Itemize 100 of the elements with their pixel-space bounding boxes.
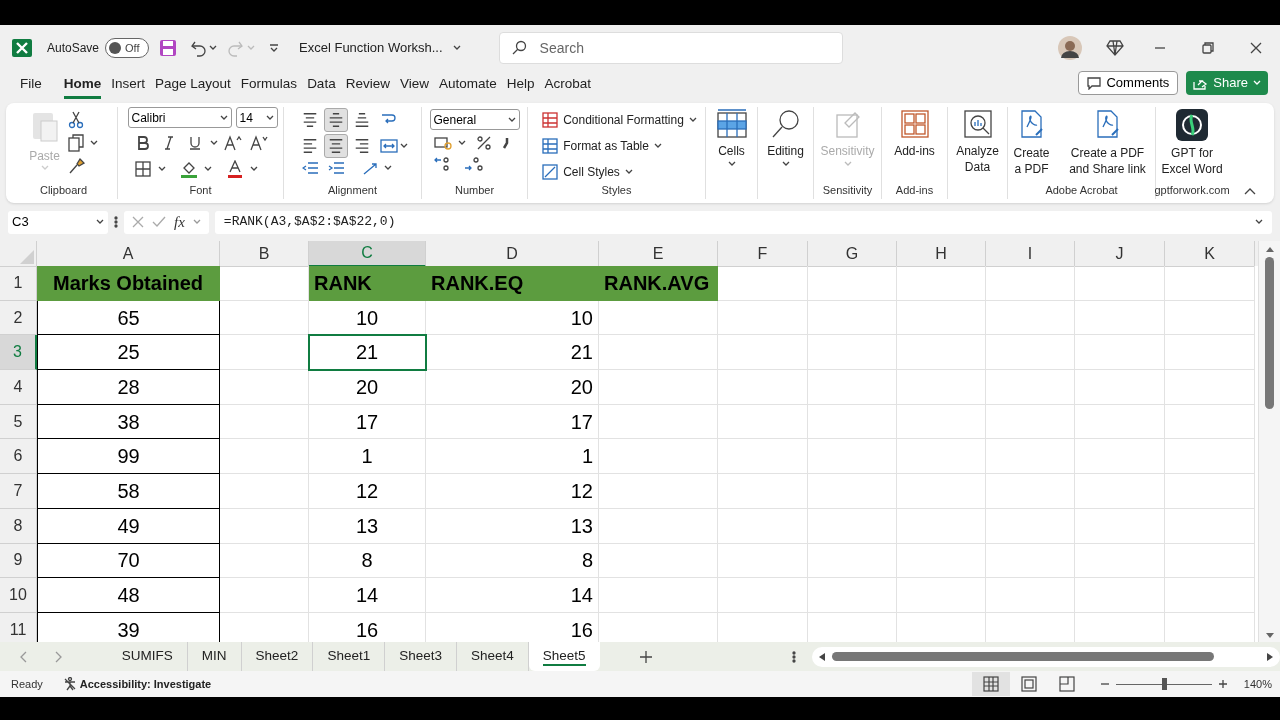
comment-icon[interactable] — [1087, 76, 1102, 90]
caret-icon[interactable] — [209, 45, 218, 51]
font-size-field[interactable]: 14 — [235, 107, 278, 128]
undo-icon[interactable] — [189, 39, 208, 57]
comments-button[interactable]: Comments — [1078, 71, 1179, 95]
add-sheet-icon[interactable] — [639, 650, 652, 663]
menu-tab[interactable]: Acrobat — [544, 73, 592, 99]
row-header[interactable]: 1 — [0, 266, 37, 301]
row-header[interactable]: 7 — [0, 474, 37, 509]
font-name-field[interactable]: Calibri — [127, 107, 232, 128]
menu-tab[interactable]: View — [399, 73, 429, 99]
column-header[interactable]: G — [808, 241, 897, 267]
styles-menu-button[interactable]: Format as Table — [542, 135, 662, 156]
formula-field[interactable]: =RANK(A3,$A$2:$A$22,0) — [214, 210, 1272, 234]
shrink-font-icon[interactable] — [249, 135, 268, 151]
menu-tab[interactable]: Formulas — [240, 73, 298, 99]
analyze-data-button[interactable]: Analyze Data — [950, 107, 1005, 175]
bold-icon[interactable] — [136, 136, 149, 150]
cells-button[interactable]: Cells — [706, 107, 757, 167]
caret-icon[interactable] — [157, 166, 166, 172]
decrease-decimal-icon[interactable] — [463, 156, 484, 172]
decrease-indent-icon[interactable] — [301, 160, 320, 176]
autosave-toggle[interactable]: Off — [105, 38, 150, 58]
menu-tab[interactable]: File — [20, 73, 42, 99]
merge-icon[interactable] — [379, 138, 398, 154]
add-ins-button[interactable]: Add-ins — [883, 107, 946, 159]
scroll-left-icon[interactable] — [817, 651, 826, 662]
caret-icon[interactable] — [96, 219, 104, 225]
row-header[interactable]: 11 — [0, 612, 37, 642]
caret-icon[interactable] — [209, 140, 218, 146]
restore-icon[interactable] — [1202, 42, 1214, 54]
row-header[interactable]: 3 — [0, 335, 37, 371]
scroll-up-icon[interactable] — [1264, 245, 1275, 253]
caret-icon[interactable] — [1255, 219, 1263, 225]
italic-icon[interactable] — [163, 136, 174, 150]
horizontal-scrollbar[interactable] — [831, 652, 1214, 661]
row-header[interactable]: 8 — [0, 508, 37, 544]
align-center-button[interactable] — [323, 134, 348, 158]
menu-tab[interactable]: Review — [345, 73, 390, 99]
save-icon[interactable] — [159, 39, 178, 57]
align-middle-button[interactable] — [323, 108, 348, 132]
caret-icon[interactable] — [203, 166, 212, 172]
view-button[interactable] — [971, 672, 1010, 696]
more-icon[interactable] — [114, 215, 118, 229]
editing-button[interactable]: Editing — [758, 107, 813, 167]
fill-color-icon[interactable] — [179, 160, 198, 178]
scissors-icon[interactable] — [67, 111, 84, 129]
caret-icon[interactable] — [727, 161, 736, 167]
customize-icon[interactable] — [269, 43, 280, 53]
increase-indent-icon[interactable] — [327, 160, 346, 176]
gpt-button[interactable]: GPT for Excel Word — [1157, 107, 1227, 177]
menu-tab[interactable]: Page Layout — [155, 73, 231, 99]
caret-icon[interactable] — [452, 45, 461, 51]
share-button[interactable]: Share — [1186, 71, 1268, 95]
caret-icon[interactable] — [688, 116, 697, 123]
row-header[interactable]: 5 — [0, 404, 37, 440]
grow-font-icon[interactable] — [223, 135, 242, 151]
close-icon[interactable] — [1250, 42, 1262, 54]
zoom-in-icon[interactable] — [1217, 679, 1228, 689]
sheet-tab[interactable]: Sheet5 — [528, 642, 600, 671]
caret-icon[interactable] — [653, 142, 662, 149]
document-title[interactable]: Excel Function Worksh... — [299, 38, 461, 58]
column-header[interactable]: H — [897, 241, 986, 267]
scroll-right-icon[interactable] — [1266, 651, 1274, 662]
insert-function-button[interactable]: fx — [174, 210, 185, 234]
search-field[interactable]: Search — [498, 32, 843, 64]
column-header[interactable]: F — [718, 241, 808, 267]
caret-icon[interactable] — [457, 140, 466, 146]
caret-icon[interactable] — [383, 165, 392, 171]
currency-icon[interactable] — [433, 135, 452, 151]
caret-icon[interactable] — [249, 166, 258, 172]
menu-tab[interactable]: Home — [63, 73, 102, 99]
column-header[interactable]: J — [1075, 241, 1165, 267]
caret-icon[interactable] — [781, 161, 790, 167]
name-box[interactable]: C3 — [8, 210, 108, 234]
caret-icon[interactable] — [624, 168, 633, 175]
underline-icon[interactable] — [188, 136, 201, 150]
zoom-slider-thumb[interactable] — [1161, 678, 1167, 690]
copy-icon[interactable] — [67, 134, 84, 152]
menu-tab[interactable]: Data — [307, 73, 336, 99]
avatar[interactable] — [1058, 36, 1082, 60]
scroll-down-icon[interactable] — [1264, 632, 1275, 640]
menu-tab[interactable]: Insert — [111, 73, 146, 99]
column-header[interactable]: I — [986, 241, 1075, 267]
caret-icon[interactable] — [219, 114, 228, 121]
number-format-field[interactable]: General — [429, 109, 520, 130]
row-header[interactable]: 2 — [0, 300, 37, 336]
collapse-ribbon-icon[interactable] — [1244, 187, 1256, 195]
menu-tab[interactable]: Automate — [438, 73, 497, 99]
caret-icon[interactable] — [89, 140, 98, 146]
more-icon[interactable] — [791, 649, 796, 664]
vertical-scrollbar[interactable] — [1265, 257, 1274, 409]
zoom-level[interactable]: 140% — [1243, 675, 1272, 693]
create-pdf-button[interactable]: Create a PDF — [1008, 107, 1055, 177]
row-header[interactable]: 9 — [0, 543, 37, 579]
menu-tab[interactable]: Help — [506, 73, 535, 99]
caret-icon[interactable] — [265, 114, 274, 121]
comma-icon[interactable] — [501, 136, 510, 150]
row-header[interactable]: 4 — [0, 370, 37, 405]
diamond-icon[interactable] — [1106, 40, 1124, 56]
